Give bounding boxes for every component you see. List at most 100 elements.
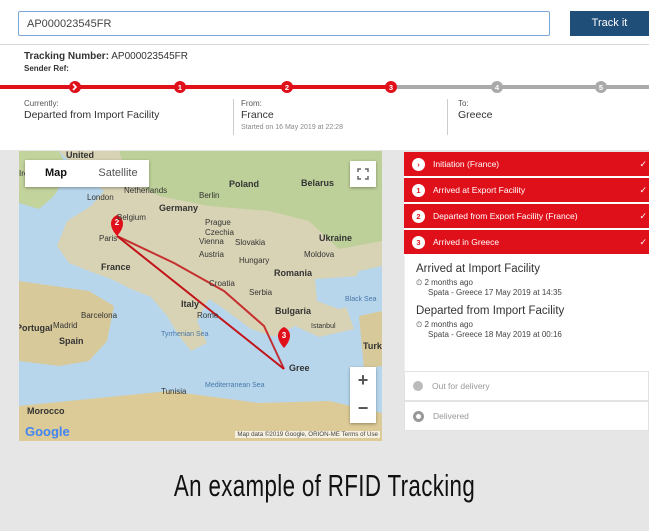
- map-label: Belarus: [301, 178, 335, 188]
- tracking-number-label: Tracking Number:: [24, 51, 110, 62]
- map-label: Prague: [205, 218, 231, 227]
- map-label: Mediterranean Sea: [205, 382, 265, 389]
- map-label: Turke: [363, 341, 382, 351]
- destination: To: Greece: [458, 99, 492, 137]
- map-label: Serbia: [249, 288, 273, 297]
- started-date: Started on 16 May 2019 at 22:28: [241, 124, 343, 131]
- progress-start-node: [69, 81, 81, 93]
- tab-map[interactable]: Map: [25, 160, 87, 187]
- event-item: Departed from Import Facility ⏲ 2 months…: [416, 305, 649, 339]
- check-icon: ✓: [639, 237, 647, 247]
- map-label: Ukraine: [319, 233, 353, 243]
- step-label: Delivered: [433, 411, 469, 421]
- step-number: 3: [412, 235, 425, 249]
- map-label: Berlin: [199, 191, 220, 200]
- tab-satellite[interactable]: Satellite: [87, 160, 149, 187]
- tracking-number-input[interactable]: [18, 11, 550, 36]
- svg-text:3: 3: [282, 331, 287, 340]
- zoom-control: + −: [350, 367, 376, 423]
- event-title: Arrived at Import Facility: [416, 263, 540, 275]
- google-logo: Google: [25, 424, 70, 439]
- progress-node-2: 2: [281, 81, 293, 93]
- pending-dot-icon: [413, 381, 423, 391]
- progress-node-5: 5: [595, 81, 607, 93]
- map-label: Barcelona: [81, 311, 118, 320]
- tracking-number-value: AP000023545FR: [111, 51, 188, 62]
- step-label: Initiation (France): [433, 159, 500, 169]
- map-label: Czechia: [205, 228, 234, 237]
- to-label: To:: [458, 99, 469, 108]
- divider: [233, 99, 234, 135]
- step-arrived-export[interactable]: 1 Arrived at Export Facility ✓: [404, 178, 649, 204]
- pending-ring-icon: [413, 410, 424, 422]
- map-label: Netherlands: [124, 186, 168, 195]
- check-icon: ✓: [639, 159, 647, 169]
- zoom-out-button[interactable]: −: [350, 395, 376, 423]
- currently-value: Departed from Import Facility: [24, 109, 160, 121]
- tracking-steps: › Initiation (France) ✓ 1 Arrived at Exp…: [404, 152, 649, 431]
- svg-text:3: 3: [389, 83, 393, 92]
- map-label: Italy: [181, 299, 200, 309]
- map-label: Spain: [59, 336, 84, 346]
- tracking-number: Tracking Number: AP000023545FR: [24, 51, 188, 62]
- svg-text:2: 2: [285, 83, 289, 92]
- step-label: Arrived in Greece: [433, 237, 500, 247]
- map-label: Bulgaria: [275, 306, 312, 316]
- check-icon: ✓: [639, 185, 647, 195]
- map-land-turkey: [359, 311, 382, 369]
- from-value: France: [241, 109, 274, 121]
- track-it-button[interactable]: Track it: [570, 11, 649, 36]
- map-label: Gree: [289, 363, 310, 373]
- svg-text:5: 5: [599, 83, 603, 92]
- step-out-for-delivery[interactable]: Out for delivery: [404, 371, 649, 401]
- event-item: Arrived at Import Facility ⏲ 2 months ag…: [416, 263, 649, 297]
- map-label: London: [87, 193, 114, 202]
- svg-text:1: 1: [178, 83, 182, 92]
- map-type-toggle: Map Satellite: [25, 160, 149, 187]
- zoom-in-button[interactable]: +: [350, 367, 376, 395]
- step-chevron-icon: ›: [412, 157, 425, 171]
- map-label: Vienna: [199, 237, 224, 246]
- map-label: Tyrrhenian Sea: [161, 331, 209, 338]
- map-label: Croatia: [209, 279, 235, 288]
- step-label: Out for delivery: [432, 381, 490, 391]
- check-icon: ✓: [639, 211, 647, 221]
- map-label: Madrid: [53, 321, 78, 330]
- map-attribution[interactable]: Map data ©2019 Google, ORION-ME Terms of…: [235, 431, 380, 438]
- step-arrived-greece[interactable]: 3 Arrived in Greece ✓: [404, 230, 649, 256]
- step-departed-export[interactable]: 2 Departed from Export Facility (France)…: [404, 204, 649, 230]
- from-label: From:: [241, 99, 262, 108]
- divider: [447, 99, 448, 135]
- map-label: Black Sea: [345, 296, 377, 303]
- map-label: Tunisia: [161, 387, 187, 396]
- progress-node-3: 3: [385, 81, 397, 93]
- map-label: Istanbul: [311, 323, 336, 330]
- map-label: Belgium: [117, 213, 146, 222]
- map-label: Hungary: [239, 256, 270, 265]
- event-location: Spata - Greece 18 May 2019 at 00:16: [428, 330, 562, 339]
- divider: [0, 44, 649, 45]
- map-label: Poland: [229, 179, 260, 189]
- step-initiation[interactable]: › Initiation (France) ✓: [404, 152, 649, 178]
- step-delivered[interactable]: Delivered: [404, 401, 649, 431]
- step-number: 2: [412, 209, 425, 223]
- progress-node-4: 4: [491, 81, 503, 93]
- event-relative-time: 2 months ago: [424, 320, 473, 329]
- event-relative-time: 2 months ago: [424, 278, 473, 287]
- to-value: Greece: [458, 109, 493, 121]
- map-label: Austria: [199, 250, 224, 259]
- map-label: Moldova: [304, 250, 335, 259]
- fullscreen-icon: [357, 168, 369, 180]
- origin: From: France Started on 16 May 2019 at 2…: [241, 99, 343, 137]
- step-number: 1: [412, 183, 425, 197]
- map-label: Germany: [159, 203, 199, 213]
- map-label: France: [101, 262, 131, 272]
- event-time: ⏲ 2 months ago: [416, 320, 649, 330]
- map-label: Slovakia: [235, 238, 266, 247]
- fullscreen-button[interactable]: [350, 161, 376, 187]
- current-status: Currently: Departed from Import Facility: [24, 99, 159, 137]
- event-location: Spata - Greece 17 May 2019 at 14:35: [428, 288, 562, 297]
- currently-label: Currently:: [24, 99, 59, 108]
- route-map[interactable]: 2 3 United Ireland London Netherlands Be…: [19, 151, 382, 441]
- map-label: Rome: [197, 311, 219, 320]
